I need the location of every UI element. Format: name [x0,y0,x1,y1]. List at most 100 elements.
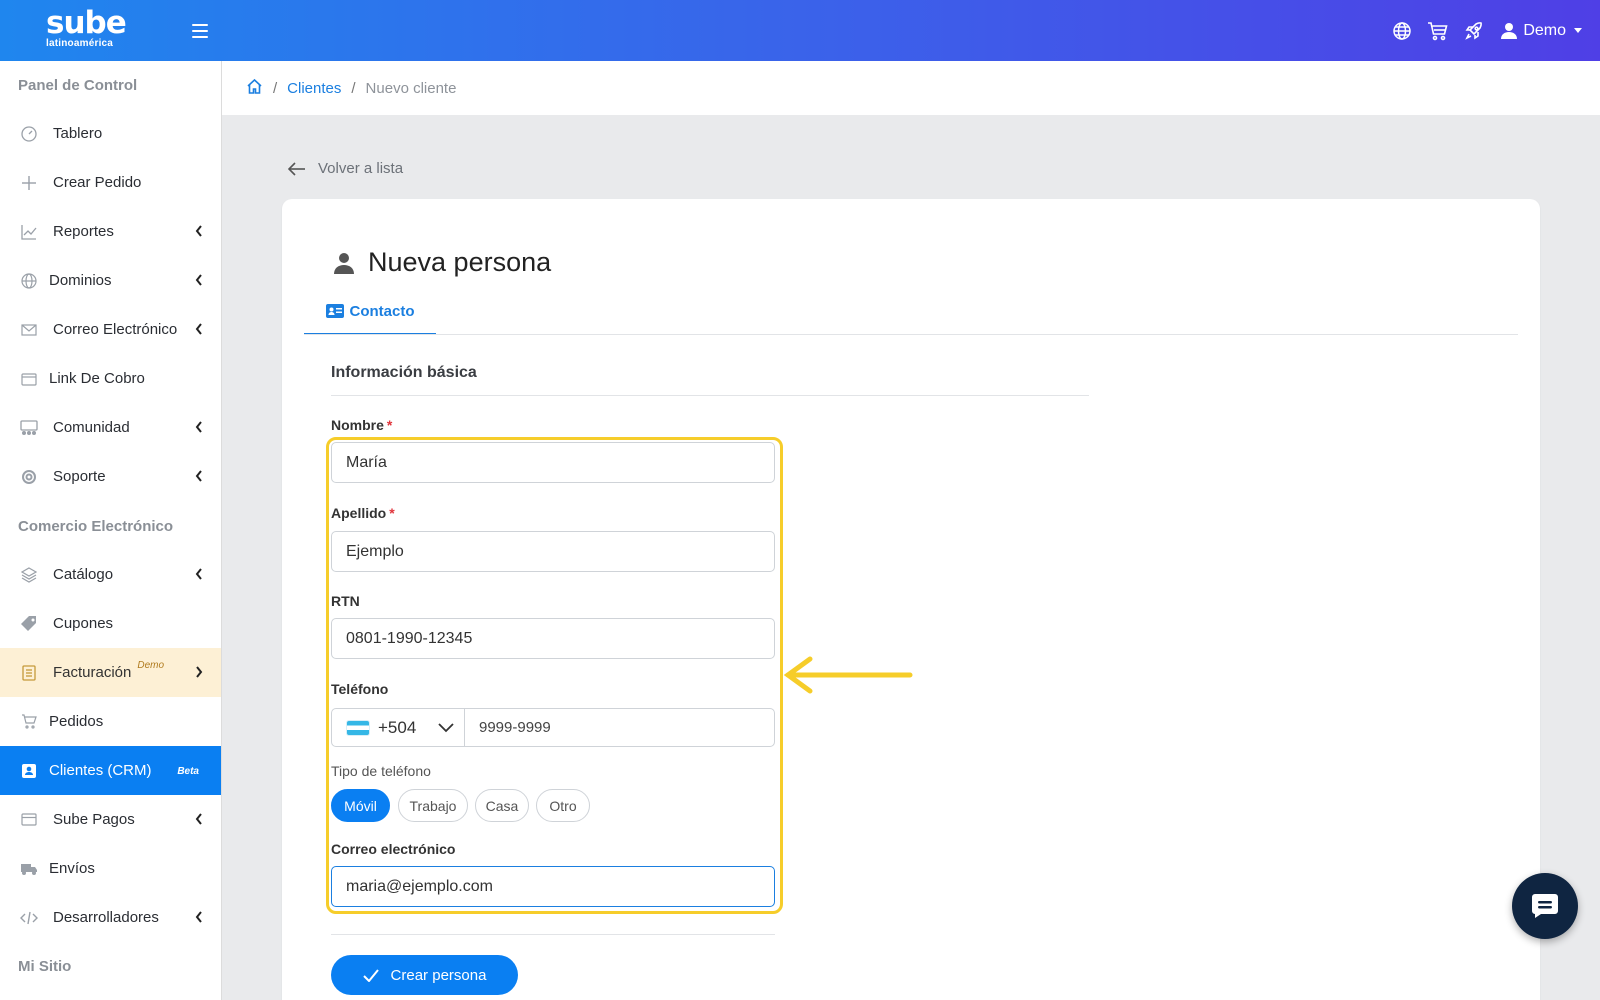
chevron-left-icon [195,322,203,339]
sidebar-section-title: Panel de Control [18,77,138,94]
sidebar-item-label: Correo Electrónico [53,321,178,338]
chevron-down-icon [438,722,454,732]
credit-card-icon [19,810,39,830]
home-icon[interactable] [246,78,263,99]
sidebar-item-label: Cupones [53,615,114,632]
chevron-left-icon [195,420,203,437]
sidebar-item-label: Catálogo [53,566,114,583]
tab-divider [304,334,1518,335]
rocket-icon[interactable] [1463,20,1485,42]
phone-type-otro[interactable]: Otro [536,789,590,822]
phone-type-movil[interactable]: Móvil [331,789,390,822]
arrow-left-icon [288,161,305,176]
sidebar-item-crear-pedido[interactable]: Crear Pedido [0,158,221,207]
chevron-left-icon [195,567,203,584]
tab-contacto[interactable]: Contacto [304,289,436,335]
chat-icon [1532,894,1558,918]
sidebar-section-title: Mi Sitio [18,958,72,975]
globe-icon [19,271,39,291]
phone-type-trabajo[interactable]: Trabajo [398,789,468,822]
create-person-button[interactable]: Crear persona [331,955,518,995]
sidebar-item-envios[interactable]: Envíos [0,844,221,893]
new-person-card: Nueva persona Contacto Información básic… [282,199,1540,1000]
sidebar-item-catalogo[interactable]: Catálogo [0,550,221,599]
menu-toggle-icon[interactable] [192,24,208,38]
create-person-label: Crear persona [390,966,487,984]
telefono-label: Teléfono [331,681,389,697]
sidebar-item-label: Link De Cobro [49,370,145,387]
sidebar-item-label: Pedidos [49,713,104,730]
demo-badge: Demo [137,660,165,671]
highlight-arrow-icon [783,656,913,694]
country-code-select[interactable]: +504 [332,709,465,746]
sidebar-item-desarrolladores[interactable]: Desarrolladores [0,893,221,942]
globe-icon[interactable] [1391,20,1413,42]
layers-icon [19,565,39,585]
phone-field: +504 9999-9999 [331,708,775,747]
plus-icon [19,173,39,193]
sidebar-item-cupones[interactable]: Cupones [0,599,221,648]
nombre-label: Nombre * [331,417,393,433]
envelope-icon [19,320,39,340]
tab-label: Contacto [349,302,415,320]
sidebar-item-label: Envíos [49,860,95,877]
breadcrumb-separator: / [351,79,356,97]
sidebar-item-dominios[interactable]: Dominios [0,256,221,305]
phone-type-casa[interactable]: Casa [475,789,529,822]
apellido-label: Apellido * [331,505,395,521]
sidebar-item-label: Clientes (CRM) [49,762,152,779]
back-to-list-link[interactable]: Volver a lista [288,160,403,177]
sidebar-item-tablero[interactable]: Tablero [0,109,221,158]
cart-icon[interactable] [1427,20,1449,42]
gauge-icon [19,124,39,144]
phone-number-input[interactable]: 9999-9999 [465,709,774,746]
check-icon [362,968,379,982]
sidebar-item-soporte[interactable]: Soporte [0,452,221,501]
country-code-value: +504 [378,717,417,737]
sidebar-item-label: Dominios [49,272,112,289]
people-icon [19,418,39,438]
sidebar-item-sube-pagos[interactable]: Sube Pagos [0,795,221,844]
sidebar-item-label: Crear Pedido [53,174,142,191]
sidebar-item-comunidad[interactable]: Comunidad [0,403,221,452]
nombre-input[interactable]: María [331,442,775,483]
user-menu[interactable]: Demo [1501,22,1582,40]
rtn-input[interactable]: 0801-1990-12345 [331,618,775,659]
sidebar-item-facturacion[interactable]: Facturación Demo [0,648,221,697]
contact-card-icon [325,304,344,318]
sidebar-item-reportes[interactable]: Reportes [0,207,221,256]
honduras-flag-icon [346,719,370,736]
chevron-left-icon [195,469,203,486]
chart-line-icon [19,222,39,242]
user-icon [1501,23,1518,39]
email-input[interactable]: maria@ejemplo.com [331,866,775,907]
caret-down-icon [1574,28,1582,33]
tipo-telefono-label: Tipo de teléfono [331,763,431,779]
rtn-label: RTN [331,593,360,609]
receipt-icon [19,663,39,683]
sidebar-item-label: Comunidad [53,419,130,436]
code-icon [19,908,39,928]
contact-card-icon [19,761,39,781]
logo-main-text: sube [46,5,127,41]
cart-icon [19,712,39,732]
sidebar-item-clientes[interactable]: Clientes (CRM) Beta [0,746,221,795]
wallet-icon [19,369,39,389]
logo[interactable]: sube latinoamérica [46,5,127,50]
chevron-left-icon [195,910,203,927]
sidebar-item-label: Facturación [53,664,132,681]
sidebar-item-label: Desarrolladores [53,909,159,926]
breadcrumb-clientes-link[interactable]: Clientes [287,80,341,97]
back-label: Volver a lista [318,160,404,177]
sidebar-item-correo[interactable]: Correo Electrónico [0,305,221,354]
user-name: Demo [1523,21,1566,39]
sidebar-item-link-de-cobro[interactable]: Link De Cobro [0,354,221,403]
chat-button[interactable] [1512,873,1578,939]
breadcrumb-separator: / [273,79,278,97]
tag-icon [19,614,39,634]
chevron-left-icon [195,224,203,241]
sidebar-section-title: Comercio Electrónico [18,518,174,535]
sidebar-item-pedidos[interactable]: Pedidos [0,697,221,746]
apellido-input[interactable]: Ejemplo [331,531,775,572]
sidebar-item-label: Tablero [53,125,103,142]
